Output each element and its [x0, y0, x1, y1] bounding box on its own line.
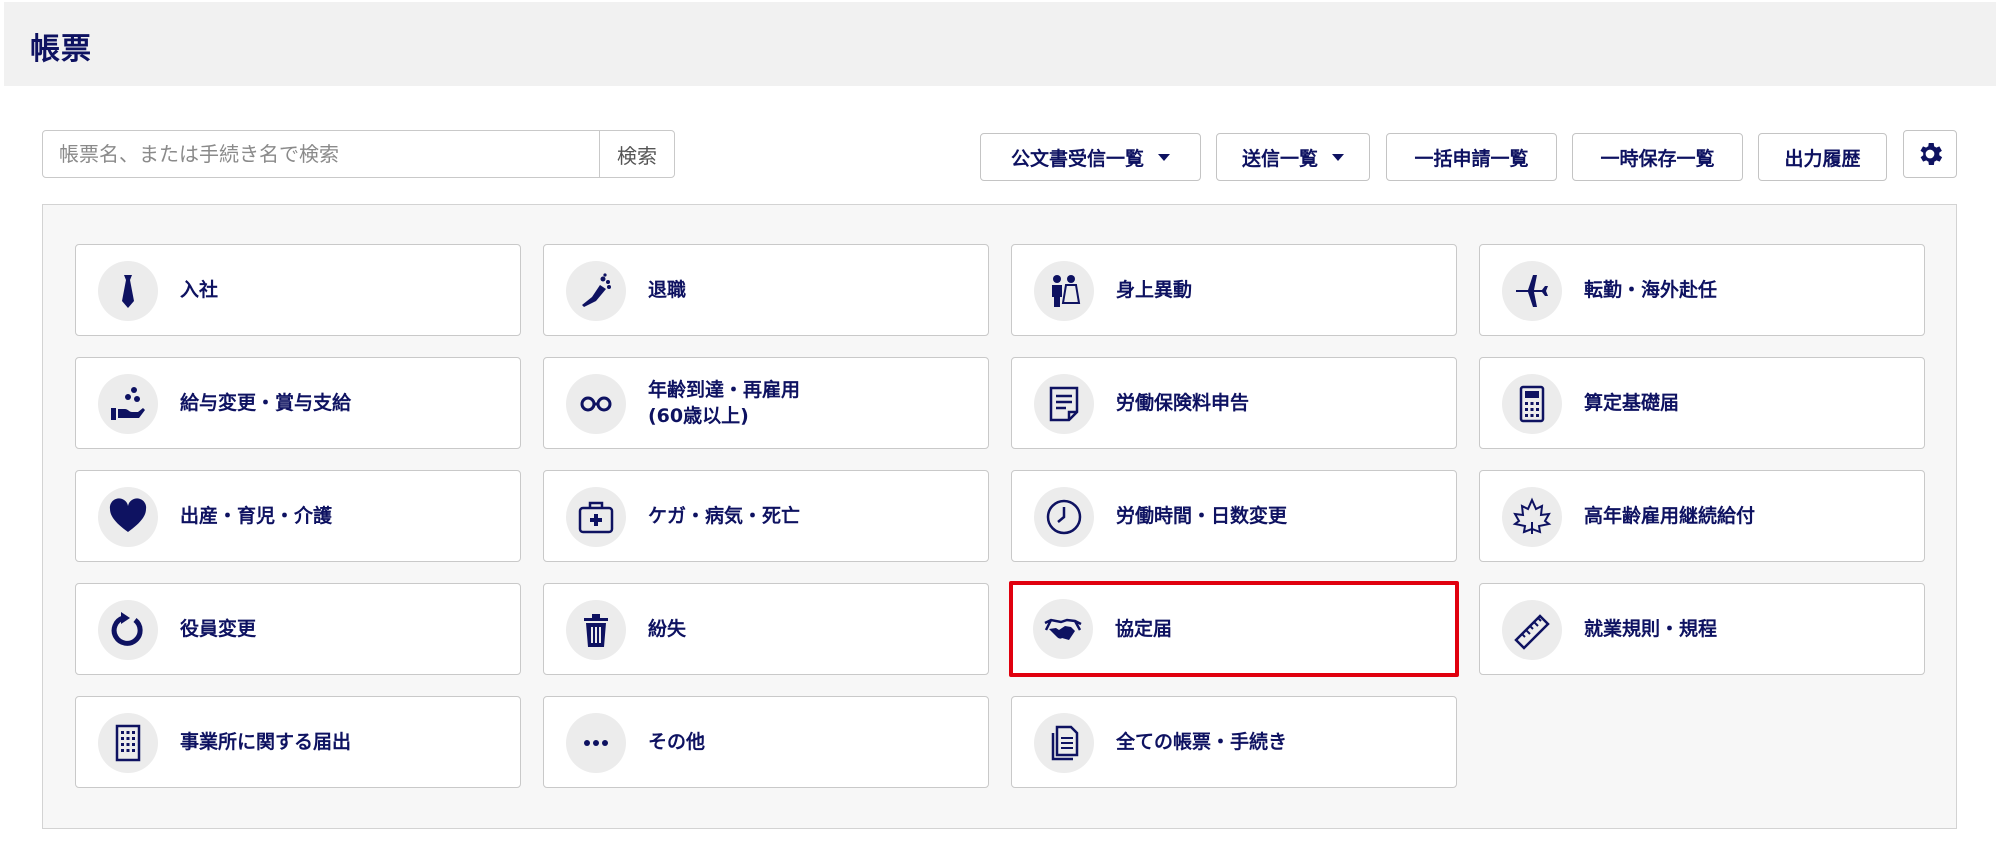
sent-list-dropdown[interactable]: 送信一覧 [1216, 133, 1370, 181]
tile-label: 紛失 [648, 618, 687, 640]
tile-salary-change[interactable]: 給与変更・賞与支給 [75, 357, 521, 449]
saved-list-label: 一時保存一覧 [1600, 147, 1715, 170]
tile-label: 高年齢雇用継続給付 [1584, 505, 1756, 527]
tile-childcare[interactable]: 出産・育児・介護 [75, 470, 521, 562]
tile-label: 労働保険料申告 [1116, 392, 1250, 414]
document-icon [1034, 374, 1094, 434]
chevron-down-icon [1332, 153, 1344, 161]
output-history-button[interactable]: 出力履歴 [1758, 133, 1887, 181]
ellipsis-icon [566, 713, 626, 773]
tile-label: 算定基礎届 [1584, 392, 1680, 414]
tile-label: 出産・育児・介護 [180, 505, 333, 527]
trash-icon [566, 600, 626, 660]
heart-icon [98, 487, 158, 547]
tile-label: その他 [648, 731, 706, 753]
search-button[interactable]: 検索 [599, 131, 674, 177]
handshake-icon [1033, 599, 1093, 659]
clock-icon [1034, 487, 1094, 547]
official-docs-label: 公文書受信一覧 [1010, 147, 1144, 170]
settings-button[interactable] [1903, 130, 1957, 178]
tile-label: 全ての帳票・手続き [1116, 731, 1288, 753]
tile-label: 入社 [180, 279, 219, 301]
tile-personal-change[interactable]: 身上異動 [1011, 244, 1457, 336]
tile-office-notification[interactable]: 事業所に関する届出 [75, 696, 521, 788]
wedding-couple-icon [1034, 261, 1094, 321]
tile-new-hire[interactable]: 入社 [75, 244, 521, 336]
ruler-icon [1502, 600, 1562, 660]
necktie-icon [98, 261, 158, 321]
tile-all-forms[interactable]: 全ての帳票・手続き [1011, 696, 1457, 788]
batch-list-button[interactable]: 一括申請一覧 [1386, 133, 1557, 181]
tile-label: 給与変更・賞与支給 [180, 392, 352, 414]
tile-injury-illness[interactable]: ケガ・病気・死亡 [543, 470, 989, 562]
documents-icon [1034, 713, 1094, 773]
tile-label: ケガ・病気・死亡 [648, 505, 801, 527]
first-aid-kit-icon [566, 487, 626, 547]
search-input[interactable] [43, 131, 599, 177]
batch-list-label: 一括申請一覧 [1414, 147, 1529, 170]
chevron-down-icon [1158, 153, 1170, 161]
tile-label: 転勤・海外赴任 [1584, 279, 1718, 301]
tile-label: 身上異動 [1116, 279, 1193, 301]
building-icon [98, 713, 158, 773]
tile-label: 協定届 [1115, 618, 1173, 640]
tile-working-hours[interactable]: 労働時間・日数変更 [1011, 470, 1457, 562]
tile-age-reemployment[interactable]: 年齢到達・再雇用 (60歳以上) [543, 357, 989, 449]
tile-officer-change[interactable]: 役員変更 [75, 583, 521, 675]
tile-lost[interactable]: 紛失 [543, 583, 989, 675]
saved-list-button[interactable]: 一時保存一覧 [1572, 133, 1743, 181]
bouquet-icon [566, 261, 626, 321]
tile-label: 退職 [648, 279, 687, 301]
tile-label: 就業規則・規程 [1584, 618, 1718, 640]
tile-label: 役員変更 [180, 618, 257, 640]
tile-agreement[interactable]: 協定届 [1009, 581, 1459, 677]
tile-calculation-report[interactable]: 算定基礎届 [1479, 357, 1925, 449]
official-docs-dropdown[interactable]: 公文書受信一覧 [980, 133, 1201, 181]
tile-other[interactable]: その他 [543, 696, 989, 788]
search-box: 検索 [42, 130, 675, 178]
sent-list-label: 送信一覧 [1241, 147, 1318, 170]
airplane-icon [1502, 261, 1562, 321]
gear-icon [1920, 143, 1943, 165]
tile-label: 年齢到達・再雇用 (60歳以上) [648, 379, 801, 427]
glasses-icon [566, 374, 626, 434]
tile-label: 事業所に関する届出 [180, 731, 352, 753]
tile-elderly-employment[interactable]: 高年齢雇用継続給付 [1479, 470, 1925, 562]
refresh-icon [98, 600, 158, 660]
hand-coins-icon [98, 374, 158, 434]
header-bar: 帳票 [4, 2, 1996, 86]
tile-work-rules[interactable]: 就業規則・規程 [1479, 583, 1925, 675]
output-history-label: 出力履歴 [1784, 147, 1861, 170]
tile-retirement[interactable]: 退職 [543, 244, 989, 336]
page-title: 帳票 [30, 32, 92, 67]
maple-leaf-icon [1502, 487, 1562, 547]
tile-label: 労働時間・日数変更 [1116, 505, 1288, 527]
forms-panel: 入社 退職 身上異動 転勤・海外赴任 給与変更・賞与支給 年齢到達・再雇用 (6… [42, 204, 1957, 829]
tile-transfer[interactable]: 転勤・海外赴任 [1479, 244, 1925, 336]
tile-labor-insurance[interactable]: 労働保険料申告 [1011, 357, 1457, 449]
calculator-icon [1502, 374, 1562, 434]
